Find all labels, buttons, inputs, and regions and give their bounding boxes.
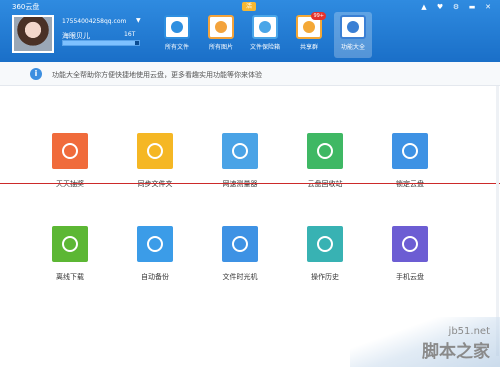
feature-sync-folder[interactable]: 同步文件夹 (125, 133, 185, 189)
capacity-label: 16T (124, 31, 136, 38)
info-bar: i 功能大全帮助你方便快捷地使用云盘，更多看趣实用功能等你来体验 (0, 62, 500, 86)
toolbar-safe[interactable]: 文件保险箱 (246, 12, 284, 58)
feature-label: 天天抽奖 (56, 180, 84, 188)
feature-label: 离线下载 (56, 273, 84, 281)
toolbox-icon (340, 15, 366, 39)
feature-label: 操作历史 (311, 273, 339, 281)
feature-recycle-bin[interactable]: 云盘回收站 (295, 133, 355, 189)
watermark-site: jb51.net (448, 326, 490, 337)
toolbar-cloud-files[interactable]: 所有文件 (158, 12, 196, 58)
feature-history[interactable]: 操作历史 (295, 226, 355, 282)
scrollbar[interactable] (496, 86, 499, 356)
account-dropdown-icon[interactable]: ▼ (136, 17, 141, 24)
toolbar-label: 文件保险箱 (249, 44, 280, 51)
speedometer-icon (222, 133, 258, 169)
feature-label: 锁定云盘 (396, 180, 424, 188)
info-icon: i (30, 68, 42, 80)
sync-folder-icon (137, 133, 173, 169)
feature-label: 文件时光机 (222, 273, 258, 281)
watermark-name: 脚本之家 (422, 342, 490, 362)
feature-label: 自动备份 (141, 273, 169, 281)
toolbar-label: 功能大全 (340, 44, 365, 51)
skin-icon[interactable]: ▲ (418, 2, 430, 12)
mobile-cloud-icon (392, 226, 428, 262)
time-machine-icon (222, 226, 258, 262)
feature-speedometer[interactable]: 网速测量器 (210, 133, 270, 189)
storage-progress-fill (63, 41, 136, 45)
auto-backup-icon (137, 226, 173, 262)
download-icon (52, 226, 88, 262)
window-controls: ▲ ♥ ⚙ ▬ ✕ (418, 2, 494, 12)
toolbar-label: 所有图片 (208, 44, 233, 51)
info-text: 功能大全帮助你方便快捷地使用云盘，更多看趣实用功能等你来体验 (52, 71, 262, 79)
toolbar-photos[interactable]: 所有图片 (202, 12, 240, 58)
feature-label: 网速测量器 (222, 180, 258, 188)
toolbar-toolbox[interactable]: 功能大全 (334, 12, 372, 58)
minimize-icon[interactable]: ▬ (466, 2, 478, 12)
feature-download[interactable]: 离线下载 (40, 226, 100, 282)
feature-auto-backup[interactable]: 自动备份 (125, 226, 185, 282)
toolbar-share-group[interactable]: 99+ 共享群 (290, 12, 328, 58)
gift-icon (52, 133, 88, 169)
lock-cloud-icon (392, 133, 428, 169)
history-icon (307, 226, 343, 262)
cloud-files-icon (164, 15, 190, 39)
photos-icon (208, 15, 234, 39)
feature-mobile-cloud[interactable]: 手机云盘 (380, 226, 440, 282)
toolbar-label: 共享群 (299, 44, 318, 51)
close-icon[interactable]: ✕ (482, 2, 494, 12)
share-group-icon: 99+ (296, 12, 326, 39)
avatar[interactable] (12, 15, 54, 53)
main-toolbar: 所有文件 所有图片 文件保险箱 99+ 共享群 功能大全 (158, 12, 372, 58)
share-count-badge: 99+ (311, 12, 326, 20)
account-email: 17554004258qq.com (62, 18, 127, 25)
red-guide-line (0, 183, 500, 184)
storage-progress (62, 40, 140, 46)
header: 360云盘 活 ▲ ♥ ⚙ ▬ ✕ 17554004258qq.com ▼ 海眼… (0, 0, 500, 62)
favorite-icon[interactable]: ♥ (434, 2, 446, 12)
feature-label: 手机云盘 (396, 273, 424, 281)
feature-label: 同步文件夹 (137, 180, 173, 188)
recycle-bin-icon (307, 133, 343, 169)
watermark: jb51.net 脚本之家 (422, 326, 490, 362)
feature-label: 云盘回收站 (307, 180, 343, 188)
feature-time-machine[interactable]: 文件时光机 (210, 226, 270, 282)
app-title: 360云盘 (12, 3, 40, 11)
feature-lock-cloud[interactable]: 锁定云盘 (380, 133, 440, 189)
toolbar-label: 所有文件 (164, 44, 189, 51)
event-badge[interactable]: 活 (242, 2, 256, 11)
settings-icon[interactable]: ⚙ (450, 2, 462, 12)
feature-gift[interactable]: 天天抽奖 (40, 133, 100, 189)
safe-icon (252, 15, 278, 39)
